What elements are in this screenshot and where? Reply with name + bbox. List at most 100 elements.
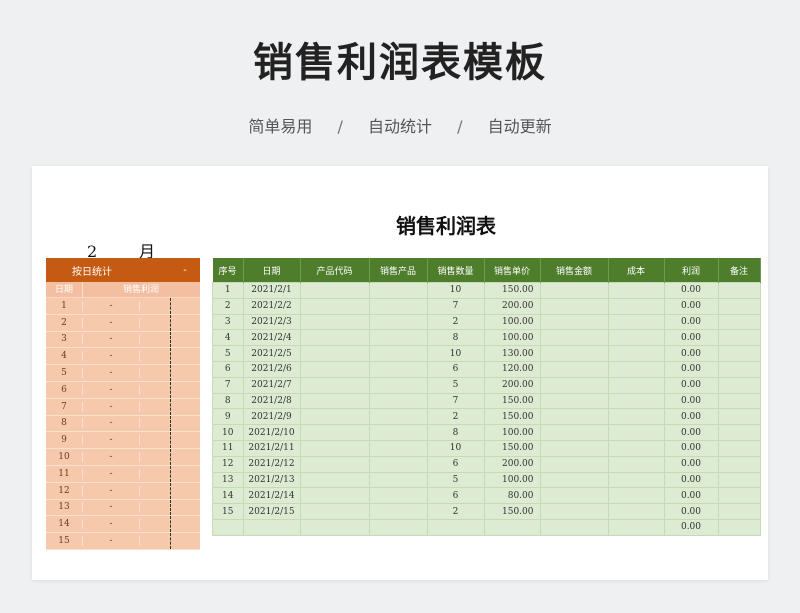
cell-no[interactable]: 3: [212, 313, 244, 331]
cell-date[interactable]: 2021/2/10: [242, 424, 301, 441]
cell-qty[interactable]: 8: [426, 424, 485, 441]
cell-amount[interactable]: [539, 424, 609, 441]
cell-price[interactable]: 100.00: [483, 329, 541, 347]
cell-price[interactable]: 100.00: [483, 471, 541, 489]
cell-qty[interactable]: 5: [426, 376, 485, 394]
cell-code[interactable]: [299, 376, 370, 394]
cell-date[interactable]: 2021/2/13: [242, 471, 301, 489]
cell-cost[interactable]: [607, 282, 665, 299]
cell-qty[interactable]: 6: [426, 360, 485, 378]
cell-date[interactable]: 2021/2/2: [242, 297, 301, 315]
cell-amount[interactable]: [539, 408, 609, 426]
cell-note[interactable]: [717, 487, 761, 505]
cell-amount[interactable]: [539, 313, 609, 331]
cell-price[interactable]: 200.00: [483, 455, 541, 473]
cell-code[interactable]: [299, 313, 370, 331]
cell-cost[interactable]: [607, 376, 665, 394]
cell-product[interactable]: [368, 487, 428, 505]
cell-profit[interactable]: 0.00: [663, 471, 719, 489]
cell-code[interactable]: [299, 360, 370, 378]
cell-product[interactable]: [368, 471, 428, 489]
cell-cost[interactable]: [607, 518, 665, 536]
cell-cost[interactable]: [607, 345, 665, 362]
cell-cost[interactable]: [607, 439, 665, 457]
cell-no[interactable]: 15: [212, 503, 244, 520]
cell-note[interactable]: [717, 424, 761, 441]
cell-amount[interactable]: [539, 392, 609, 410]
cell-date[interactable]: 2021/2/1: [242, 282, 301, 299]
cell-date[interactable]: 2021/2/15: [242, 503, 301, 520]
cell-date[interactable]: 2021/2/3: [242, 313, 301, 331]
cell-qty[interactable]: [426, 518, 485, 536]
cell-qty[interactable]: 2: [426, 313, 485, 331]
cell-price[interactable]: 200.00: [483, 376, 541, 394]
cell-profit[interactable]: 0.00: [663, 424, 719, 441]
cell-product[interactable]: [368, 360, 428, 378]
cell-product[interactable]: [368, 455, 428, 473]
cell-cost[interactable]: [607, 313, 665, 331]
cell-no[interactable]: 4: [212, 329, 244, 347]
cell-profit[interactable]: 0.00: [663, 439, 719, 457]
cell-profit[interactable]: 0.00: [663, 503, 719, 520]
cell-date[interactable]: 2021/2/12: [242, 455, 301, 473]
cell-code[interactable]: [299, 487, 370, 505]
cell-note[interactable]: [717, 329, 761, 347]
cell-profit[interactable]: 0.00: [663, 487, 719, 505]
cell-profit[interactable]: 0.00: [663, 455, 719, 473]
cell-cost[interactable]: [607, 408, 665, 426]
cell-code[interactable]: [299, 455, 370, 473]
cell-product[interactable]: [368, 439, 428, 457]
cell-cost[interactable]: [607, 503, 665, 520]
cell-amount[interactable]: [539, 471, 609, 489]
cell-product[interactable]: [368, 297, 428, 315]
cell-qty[interactable]: 6: [426, 487, 485, 505]
cell-amount[interactable]: [539, 503, 609, 520]
cell-code[interactable]: [299, 471, 370, 489]
cell-no[interactable]: 11: [212, 439, 244, 457]
cell-no[interactable]: 1: [212, 282, 244, 299]
cell-qty[interactable]: 8: [426, 329, 485, 347]
cell-product[interactable]: [368, 408, 428, 426]
cell-no[interactable]: 5: [212, 345, 244, 362]
cell-amount[interactable]: [539, 297, 609, 315]
cell-code[interactable]: [299, 408, 370, 426]
cell-amount[interactable]: [539, 282, 609, 299]
cell-code[interactable]: [299, 282, 370, 299]
cell-no[interactable]: 12: [212, 455, 244, 473]
cell-profit[interactable]: 0.00: [663, 329, 719, 347]
cell-profit[interactable]: 0.00: [663, 392, 719, 410]
cell-date[interactable]: 2021/2/8: [242, 392, 301, 410]
cell-price[interactable]: 150.00: [483, 503, 541, 520]
cell-qty[interactable]: 7: [426, 392, 485, 410]
cell-product[interactable]: [368, 313, 428, 331]
cell-qty[interactable]: 5: [426, 471, 485, 489]
cell-price[interactable]: [483, 518, 541, 536]
cell-price[interactable]: 150.00: [483, 439, 541, 457]
cell-note[interactable]: [717, 503, 761, 520]
cell-note[interactable]: [717, 313, 761, 331]
cell-price[interactable]: 120.00: [483, 360, 541, 378]
cell-amount[interactable]: [539, 487, 609, 505]
cell-product[interactable]: [368, 424, 428, 441]
cell-code[interactable]: [299, 424, 370, 441]
cell-no[interactable]: 13: [212, 471, 244, 489]
cell-amount[interactable]: [539, 376, 609, 394]
cell-product[interactable]: [368, 329, 428, 347]
cell-note[interactable]: [717, 392, 761, 410]
cell-price[interactable]: 150.00: [483, 282, 541, 299]
cell-profit[interactable]: 0.00: [663, 282, 719, 299]
cell-note[interactable]: [717, 345, 761, 362]
cell-cost[interactable]: [607, 329, 665, 347]
cell-qty[interactable]: 2: [426, 503, 485, 520]
cell-qty[interactable]: 7: [426, 297, 485, 315]
cell-code[interactable]: [299, 518, 370, 536]
cell-no[interactable]: 9: [212, 408, 244, 426]
cell-qty[interactable]: 10: [426, 282, 485, 299]
cell-profit[interactable]: 0.00: [663, 376, 719, 394]
cell-price[interactable]: 150.00: [483, 408, 541, 426]
cell-cost[interactable]: [607, 424, 665, 441]
cell-code[interactable]: [299, 439, 370, 457]
cell-note[interactable]: [717, 471, 761, 489]
cell-cost[interactable]: [607, 297, 665, 315]
cell-cost[interactable]: [607, 487, 665, 505]
